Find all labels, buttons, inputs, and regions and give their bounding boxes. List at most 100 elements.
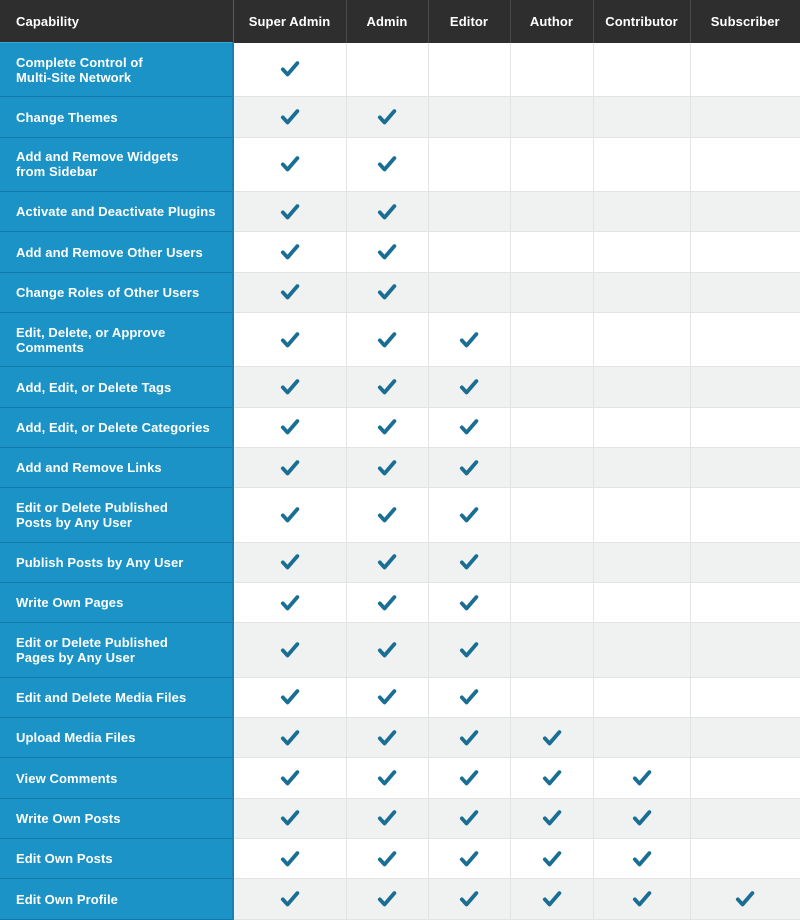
permission-cell-contributor[interactable] (593, 582, 691, 624)
permission-cell-contributor[interactable] (593, 272, 691, 314)
permission-cell-subscriber[interactable] (690, 838, 800, 880)
permission-cell-admin[interactable] (346, 191, 429, 233)
permission-cell-author[interactable] (510, 677, 594, 719)
permission-cell-super-admin[interactable] (233, 407, 347, 449)
permission-cell-author[interactable] (510, 798, 594, 840)
column-header-admin[interactable]: Admin (346, 0, 429, 43)
permission-cell-author[interactable] (510, 878, 594, 920)
permission-cell-super-admin[interactable] (233, 312, 347, 368)
permission-cell-super-admin[interactable] (233, 878, 347, 920)
permission-cell-subscriber[interactable] (690, 231, 800, 273)
permission-cell-contributor[interactable] (593, 677, 691, 719)
permission-cell-admin[interactable] (346, 407, 429, 449)
permission-cell-editor[interactable] (428, 42, 511, 98)
permission-cell-super-admin[interactable] (233, 542, 347, 584)
permission-cell-editor[interactable] (428, 96, 511, 138)
permission-cell-super-admin[interactable] (233, 798, 347, 840)
column-header-subscriber[interactable]: Subscriber (690, 0, 800, 43)
permission-cell-admin[interactable] (346, 757, 429, 799)
permission-cell-contributor[interactable] (593, 137, 691, 193)
column-header-author[interactable]: Author (510, 0, 594, 43)
permission-cell-author[interactable] (510, 366, 594, 408)
permission-cell-contributor[interactable] (593, 798, 691, 840)
permission-cell-super-admin[interactable] (233, 137, 347, 193)
permission-cell-author[interactable] (510, 447, 594, 489)
permission-cell-admin[interactable] (346, 838, 429, 880)
permission-cell-admin[interactable] (346, 677, 429, 719)
permission-cell-contributor[interactable] (593, 838, 691, 880)
permission-cell-contributor[interactable] (593, 312, 691, 368)
permission-cell-super-admin[interactable] (233, 272, 347, 314)
permission-cell-admin[interactable] (346, 447, 429, 489)
permission-cell-editor[interactable] (428, 487, 511, 543)
permission-cell-contributor[interactable] (593, 366, 691, 408)
permission-cell-contributor[interactable] (593, 717, 691, 759)
permission-cell-subscriber[interactable] (690, 96, 800, 138)
permission-cell-super-admin[interactable] (233, 447, 347, 489)
permission-cell-subscriber[interactable] (690, 582, 800, 624)
permission-cell-subscriber[interactable] (690, 717, 800, 759)
permission-cell-super-admin[interactable] (233, 191, 347, 233)
permission-cell-subscriber[interactable] (690, 878, 800, 920)
permission-cell-subscriber[interactable] (690, 137, 800, 193)
permission-cell-contributor[interactable] (593, 191, 691, 233)
permission-cell-super-admin[interactable] (233, 622, 347, 678)
permission-cell-super-admin[interactable] (233, 838, 347, 880)
permission-cell-super-admin[interactable] (233, 717, 347, 759)
permission-cell-admin[interactable] (346, 312, 429, 368)
permission-cell-author[interactable] (510, 231, 594, 273)
permission-cell-subscriber[interactable] (690, 542, 800, 584)
permission-cell-author[interactable] (510, 96, 594, 138)
permission-cell-admin[interactable] (346, 366, 429, 408)
permission-cell-subscriber[interactable] (690, 272, 800, 314)
column-header-contributor[interactable]: Contributor (593, 0, 691, 43)
permission-cell-super-admin[interactable] (233, 42, 347, 98)
permission-cell-editor[interactable] (428, 798, 511, 840)
permission-cell-super-admin[interactable] (233, 757, 347, 799)
permission-cell-admin[interactable] (346, 582, 429, 624)
permission-cell-super-admin[interactable] (233, 231, 347, 273)
permission-cell-subscriber[interactable] (690, 487, 800, 543)
permission-cell-admin[interactable] (346, 717, 429, 759)
permission-cell-author[interactable] (510, 622, 594, 678)
permission-cell-contributor[interactable] (593, 622, 691, 678)
permission-cell-author[interactable] (510, 191, 594, 233)
permission-cell-editor[interactable] (428, 677, 511, 719)
permission-cell-admin[interactable] (346, 622, 429, 678)
permission-cell-author[interactable] (510, 582, 594, 624)
permission-cell-subscriber[interactable] (690, 757, 800, 799)
permission-cell-author[interactable] (510, 487, 594, 543)
permission-cell-author[interactable] (510, 717, 594, 759)
permission-cell-author[interactable] (510, 42, 594, 98)
permission-cell-author[interactable] (510, 137, 594, 193)
permission-cell-author[interactable] (510, 272, 594, 314)
permission-cell-super-admin[interactable] (233, 487, 347, 543)
permission-cell-super-admin[interactable] (233, 677, 347, 719)
permission-cell-admin[interactable] (346, 542, 429, 584)
permission-cell-editor[interactable] (428, 622, 511, 678)
permission-cell-editor[interactable] (428, 717, 511, 759)
permission-cell-author[interactable] (510, 838, 594, 880)
permission-cell-contributor[interactable] (593, 878, 691, 920)
column-header-editor[interactable]: Editor (428, 0, 511, 43)
permission-cell-editor[interactable] (428, 137, 511, 193)
permission-cell-admin[interactable] (346, 272, 429, 314)
permission-cell-author[interactable] (510, 542, 594, 584)
permission-cell-admin[interactable] (346, 137, 429, 193)
permission-cell-admin[interactable] (346, 231, 429, 273)
permission-cell-subscriber[interactable] (690, 407, 800, 449)
permission-cell-contributor[interactable] (593, 487, 691, 543)
permission-cell-contributor[interactable] (593, 96, 691, 138)
permission-cell-editor[interactable] (428, 582, 511, 624)
column-header-capability[interactable]: Capability (0, 0, 234, 43)
permission-cell-author[interactable] (510, 407, 594, 449)
permission-cell-subscriber[interactable] (690, 622, 800, 678)
permission-cell-editor[interactable] (428, 878, 511, 920)
permission-cell-editor[interactable] (428, 231, 511, 273)
permission-cell-editor[interactable] (428, 407, 511, 449)
column-header-super-admin[interactable]: Super Admin (233, 0, 347, 43)
permission-cell-editor[interactable] (428, 757, 511, 799)
permission-cell-contributor[interactable] (593, 407, 691, 449)
permission-cell-contributor[interactable] (593, 231, 691, 273)
permission-cell-editor[interactable] (428, 272, 511, 314)
